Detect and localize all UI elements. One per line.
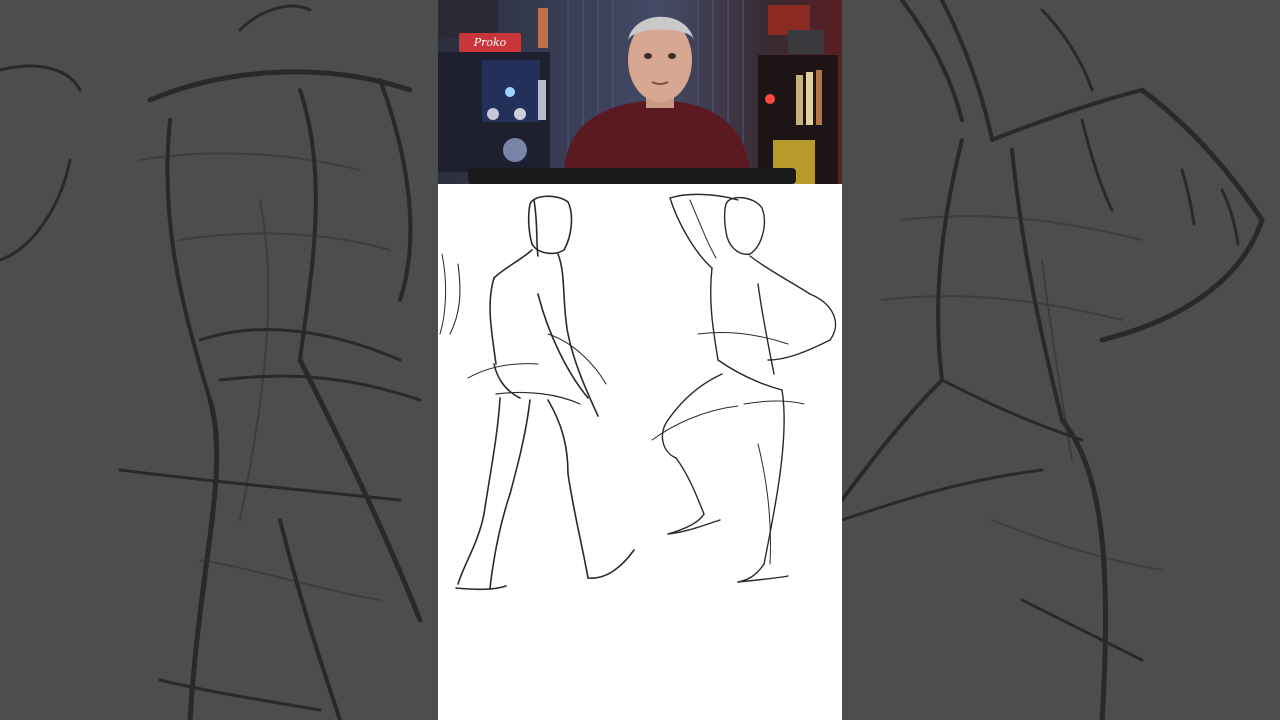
video-frame: Proko [438,0,842,720]
posing-figure-sketch [651,193,837,583]
person-icon [564,16,750,170]
sketch-zoom-right-icon [842,0,1265,720]
walking-figure-sketch [439,195,635,591]
drawing-canvas [438,184,842,720]
sketch-zoom-left-icon [0,4,423,720]
background-zoom-left [0,0,438,720]
studio-background-icon [438,0,838,184]
background-zoom-right [842,0,1280,720]
brand-sign: Proko [459,33,521,52]
webcam-panel: Proko [438,0,842,184]
figure-sketches-icon [439,193,837,591]
drawing-tablet-icon [468,168,796,184]
